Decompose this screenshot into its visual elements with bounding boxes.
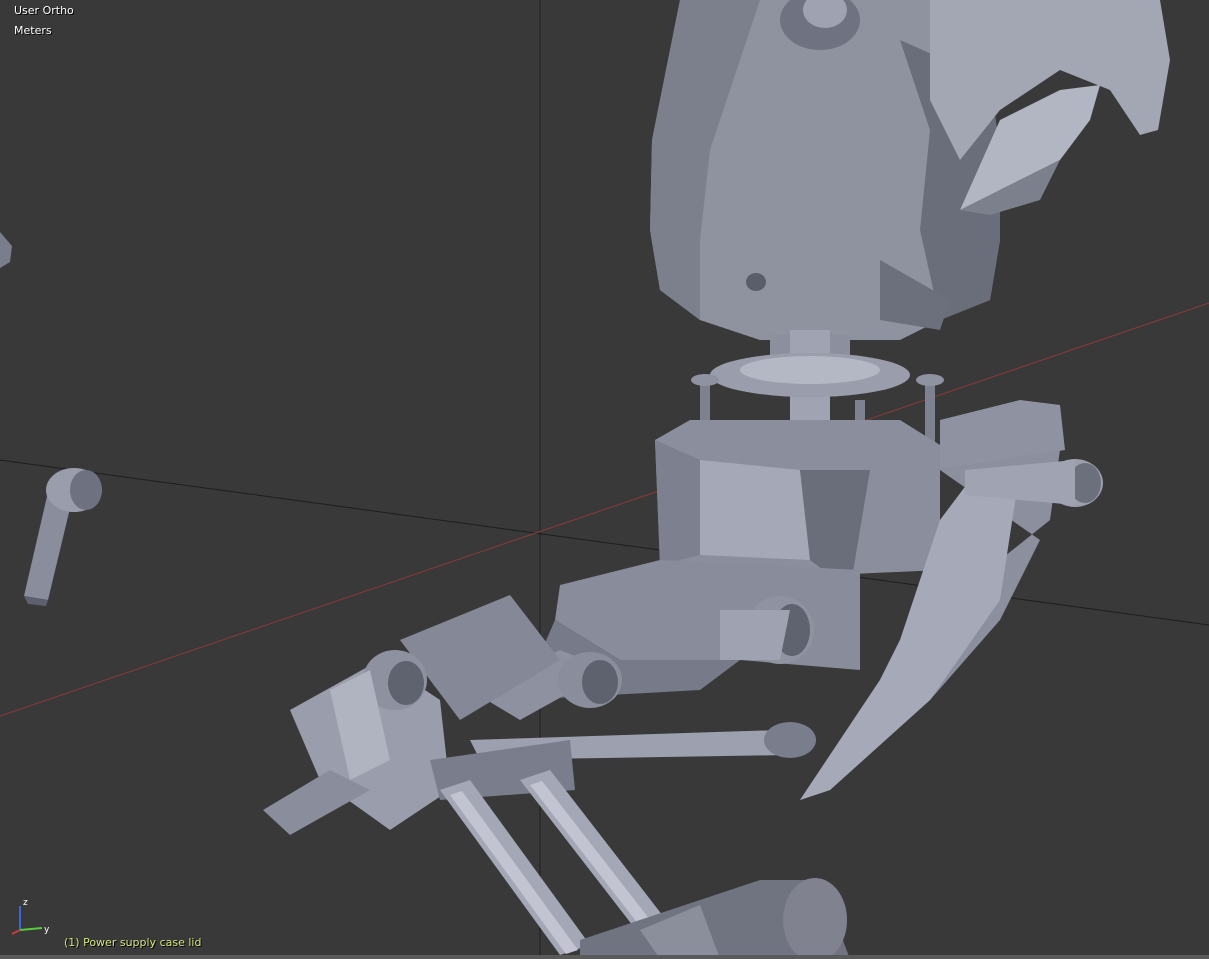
scene-canvas[interactable] — [0, 0, 1209, 959]
left-lever-mesh — [24, 468, 102, 606]
view-name-label: User Ortho — [14, 4, 74, 17]
3d-viewport[interactable]: User Ortho Meters z y (1) Power supply c… — [0, 0, 1209, 959]
axis-gizmo: z y — [11, 898, 50, 935]
active-object-label: (1) Power supply case lid — [64, 936, 202, 949]
axis-gizmo-y-line — [19, 927, 43, 931]
parrot-head-mesh — [650, 0, 1170, 340]
axis-gizmo-z-label: z — [23, 898, 28, 908]
units-label: Meters — [14, 24, 52, 37]
partial-object-edge — [0, 232, 12, 268]
viewport-bottom-border — [0, 955, 1209, 959]
axis-gizmo-y-label: y — [44, 925, 50, 935]
axis-gizmo-x-line — [11, 929, 21, 935]
